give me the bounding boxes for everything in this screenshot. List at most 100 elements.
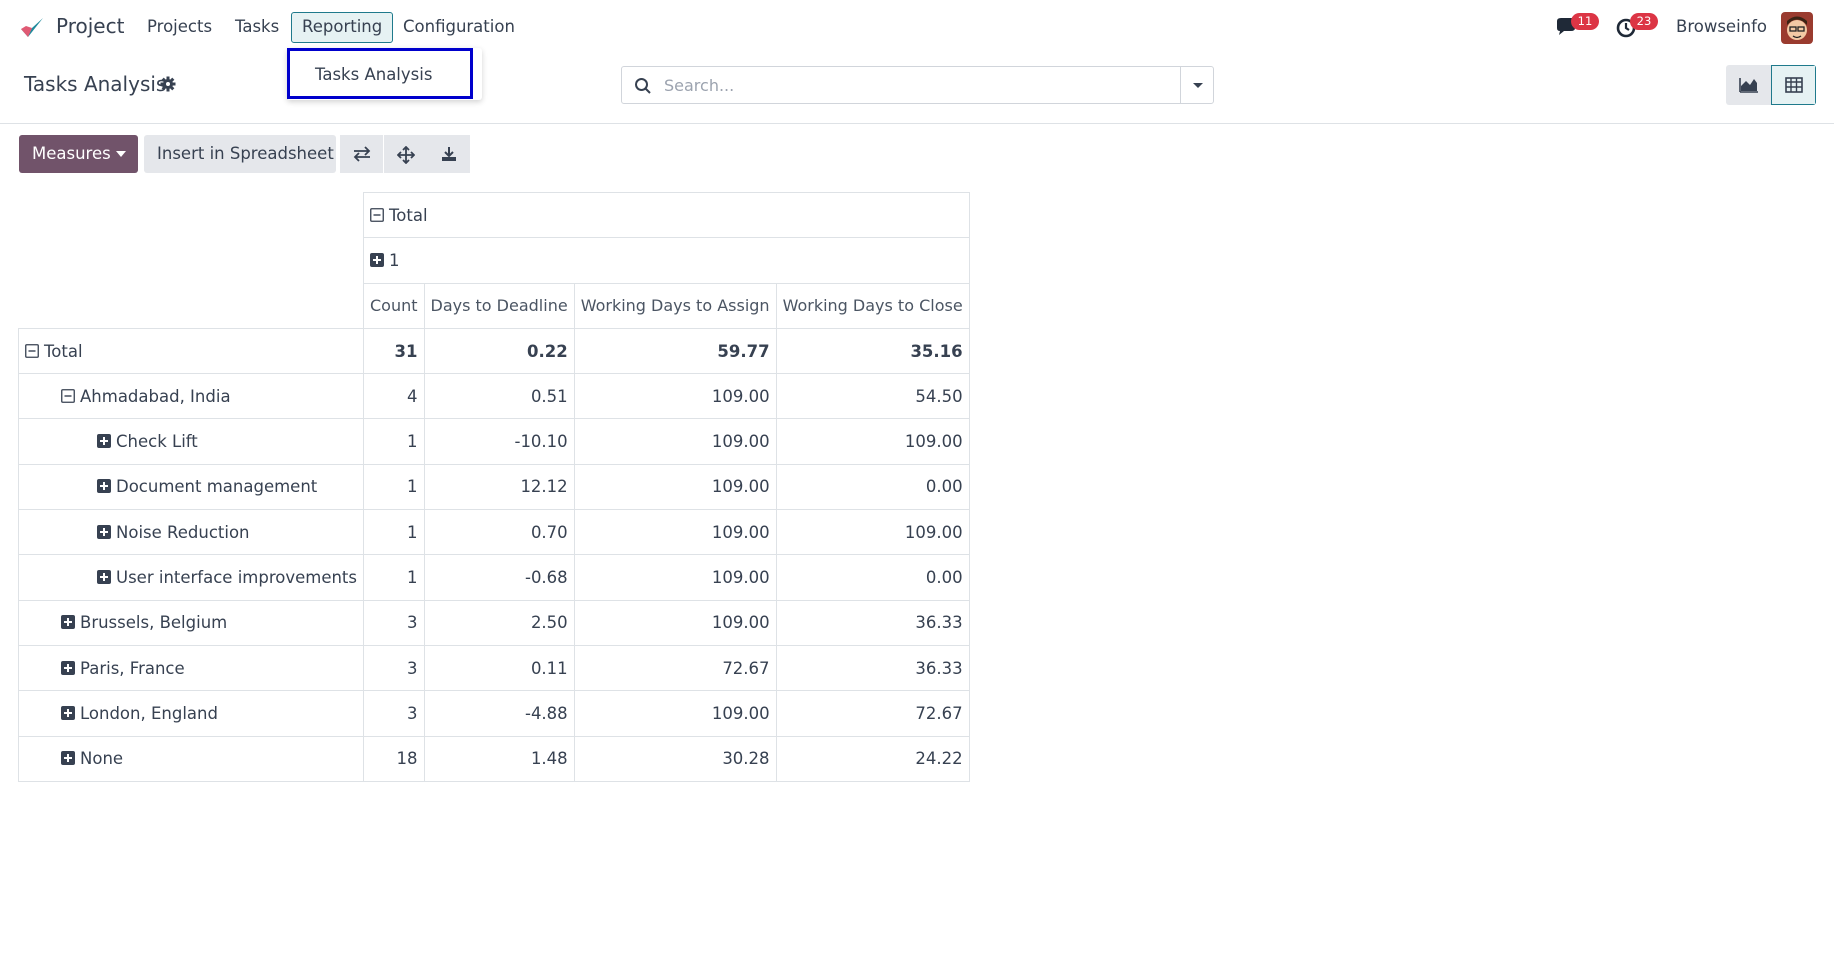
table-row: User interface improvements 1 -0.68 109.00 0… bbox=[18, 554, 970, 601]
row-header[interactable]: Document management bbox=[18, 463, 364, 511]
cell-value[interactable]: 24.22 bbox=[775, 735, 970, 782]
cell-value[interactable]: 0.70 bbox=[423, 509, 575, 556]
measures-button[interactable]: Measures bbox=[19, 135, 138, 173]
cell-value[interactable]: 59.77 bbox=[573, 327, 777, 375]
cell-value[interactable]: 18 bbox=[363, 735, 425, 782]
cell-value[interactable]: 12.12 bbox=[423, 463, 575, 511]
cell-value[interactable]: 0.00 bbox=[775, 463, 970, 511]
measure-header[interactable]: Working Days to Assign bbox=[573, 282, 777, 329]
insert-in-spreadsheet-label: Insert in Spreadsheet bbox=[157, 144, 334, 163]
control-panel-divider bbox=[0, 123, 1834, 124]
plus-square-icon bbox=[97, 570, 111, 585]
table-row: Brussels, Belgium 3 2.50 109.00 36.33 bbox=[18, 599, 970, 646]
row-header[interactable]: Ahmadabad, India bbox=[18, 373, 364, 420]
pivot-view-button[interactable] bbox=[1771, 65, 1816, 105]
row-header[interactable]: Check Lift bbox=[18, 418, 364, 465]
col-header-group[interactable]: 1 bbox=[363, 237, 970, 284]
view-switcher bbox=[1726, 65, 1816, 105]
measure-header[interactable]: Count bbox=[363, 282, 425, 329]
table-row: Document management 1 12.12 109.00 0.00 bbox=[18, 463, 970, 511]
cell-value[interactable]: 0.22 bbox=[423, 327, 575, 375]
menu-projects[interactable]: Projects bbox=[147, 17, 212, 36]
cell-value[interactable]: -0.68 bbox=[423, 554, 575, 601]
app-name[interactable]: Project bbox=[56, 14, 124, 38]
insert-in-spreadsheet-button[interactable]: Insert in Spreadsheet bbox=[144, 135, 336, 173]
cell-value[interactable]: -4.88 bbox=[423, 690, 575, 737]
row-header[interactable]: None bbox=[18, 735, 364, 782]
minus-square-icon bbox=[61, 388, 75, 403]
col-header-total[interactable]: Total bbox=[363, 191, 970, 239]
cell-value[interactable]: 3 bbox=[363, 690, 425, 737]
cell-value[interactable]: 0.00 bbox=[775, 554, 970, 601]
messages-badge: 11 bbox=[1571, 13, 1599, 30]
row-header[interactable]: User interface improvements bbox=[18, 554, 364, 601]
cell-value[interactable]: 1 bbox=[363, 509, 425, 556]
minus-square-icon bbox=[370, 207, 384, 222]
cell-value[interactable]: 30.28 bbox=[573, 735, 777, 782]
flip-axis-button[interactable] bbox=[340, 135, 383, 173]
cell-value[interactable]: 1 bbox=[363, 463, 425, 511]
cell-value[interactable]: 36.33 bbox=[775, 644, 970, 692]
cell-value[interactable]: 1 bbox=[363, 554, 425, 601]
row-header[interactable]: Paris, France bbox=[18, 644, 364, 692]
row-header[interactable]: London, England bbox=[18, 690, 364, 737]
measure-header[interactable]: Working Days to Close bbox=[775, 282, 970, 329]
cell-value[interactable]: 72.67 bbox=[573, 644, 777, 692]
expand-all-button[interactable] bbox=[384, 135, 427, 173]
dropdown-item-tasks-analysis[interactable]: Tasks Analysis bbox=[287, 48, 473, 99]
row-header[interactable]: Total bbox=[18, 327, 364, 375]
search-bar bbox=[621, 66, 1214, 104]
flip-axis-icon bbox=[353, 146, 371, 162]
user-name[interactable]: Browseinfo bbox=[1676, 17, 1767, 36]
user-avatar[interactable] bbox=[1781, 12, 1813, 44]
table-row: London, England 3 -4.88 109.00 72.67 bbox=[18, 690, 970, 737]
cell-value[interactable]: 109.00 bbox=[573, 463, 777, 511]
search-icon bbox=[635, 78, 651, 94]
activities-badge: 23 bbox=[1630, 13, 1658, 30]
cell-value[interactable]: 109.00 bbox=[775, 509, 970, 556]
measure-header[interactable]: Days to Deadline bbox=[423, 282, 575, 329]
cell-value[interactable]: 3 bbox=[363, 644, 425, 692]
table-row: Paris, France 3 0.11 72.67 36.33 bbox=[18, 644, 970, 692]
cell-value[interactable]: 4 bbox=[363, 373, 425, 420]
graph-view-button[interactable] bbox=[1726, 65, 1771, 105]
plus-square-icon bbox=[61, 615, 75, 630]
table-row: Noise Reduction 1 0.70 109.00 109.00 bbox=[18, 509, 970, 556]
cell-value[interactable]: 109.00 bbox=[775, 418, 970, 465]
table-row: Ahmadabad, India 4 0.51 109.00 54.50 bbox=[18, 373, 970, 420]
cell-value[interactable]: 54.50 bbox=[775, 373, 970, 420]
search-input[interactable] bbox=[662, 68, 1162, 102]
measures-label: Measures bbox=[32, 144, 111, 163]
cell-value[interactable]: 109.00 bbox=[573, 599, 777, 646]
avatar-face-icon bbox=[1781, 12, 1813, 44]
cell-value[interactable]: 109.00 bbox=[573, 509, 777, 556]
row-header[interactable]: Brussels, Belgium bbox=[18, 599, 364, 646]
cell-value[interactable]: 36.33 bbox=[775, 599, 970, 646]
cell-value[interactable]: -10.10 bbox=[423, 418, 575, 465]
cell-value[interactable]: 0.51 bbox=[423, 373, 575, 420]
cell-value[interactable]: 35.16 bbox=[775, 327, 970, 375]
search-options-toggle[interactable] bbox=[1180, 67, 1214, 103]
plus-square-icon bbox=[61, 705, 75, 720]
row-header[interactable]: Noise Reduction bbox=[18, 509, 364, 556]
download-button[interactable] bbox=[427, 135, 470, 173]
cell-value[interactable]: 1 bbox=[363, 418, 425, 465]
cell-value[interactable]: 109.00 bbox=[573, 690, 777, 737]
cell-value[interactable]: 31 bbox=[363, 327, 425, 375]
cell-value[interactable]: 2.50 bbox=[423, 599, 575, 646]
caret-down-icon bbox=[1193, 83, 1203, 88]
cell-value[interactable]: 0.11 bbox=[423, 644, 575, 692]
cell-value[interactable]: 3 bbox=[363, 599, 425, 646]
menu-configuration[interactable]: Configuration bbox=[403, 17, 515, 36]
project-logo-icon[interactable] bbox=[18, 14, 46, 42]
plus-square-icon bbox=[370, 252, 384, 267]
menu-reporting[interactable]: Reporting bbox=[291, 12, 394, 43]
arrows-expand-icon bbox=[397, 146, 415, 164]
cell-value[interactable]: 109.00 bbox=[573, 418, 777, 465]
cell-value[interactable]: 109.00 bbox=[573, 373, 777, 420]
cell-value[interactable]: 72.67 bbox=[775, 690, 970, 737]
cell-value[interactable]: 109.00 bbox=[573, 554, 777, 601]
gear-icon[interactable] bbox=[160, 76, 176, 92]
cell-value[interactable]: 1.48 bbox=[423, 735, 575, 782]
menu-tasks[interactable]: Tasks bbox=[235, 17, 279, 36]
